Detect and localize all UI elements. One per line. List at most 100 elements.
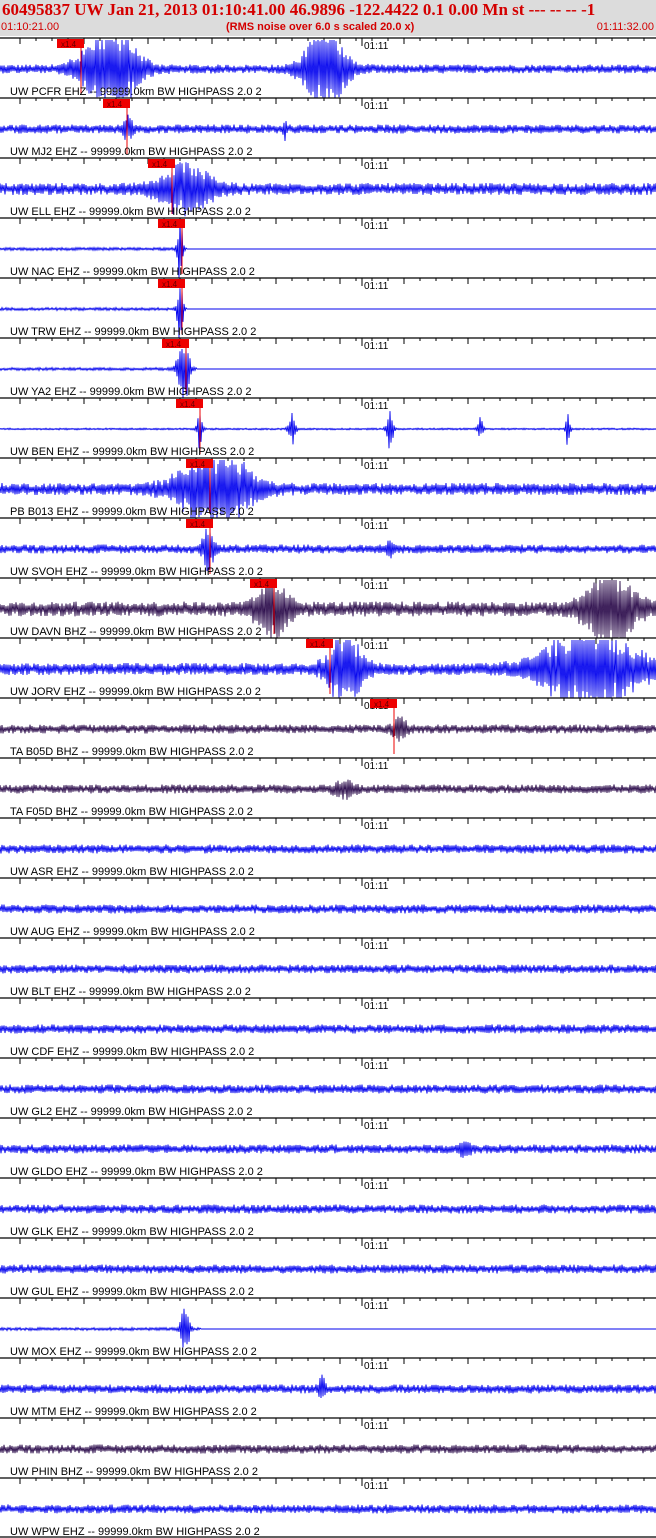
station-label: TA F05D BHZ -- 99999.0km BW HIGHPASS 2.0…	[10, 806, 253, 818]
station-label: UW GLK EHZ -- 99999.0km BW HIGHPASS 2.0 …	[10, 1226, 254, 1238]
pick-label: x1.4	[180, 400, 196, 409]
station-label: UW NAC EHZ -- 99999.0km BW HIGHPASS 2.0 …	[10, 266, 255, 278]
waveform	[0, 1141, 656, 1158]
waveform	[0, 964, 656, 974]
minute-label: 01:11	[364, 1061, 389, 1072]
pick-label: x1.4	[107, 100, 123, 109]
pick-label: x1.4	[374, 700, 390, 709]
trace-row: 01:11 UW ASR EHZ -- 99999.0km BW HIGHPASS…	[0, 817, 656, 878]
trace-row: 01:11 UW GLK EHZ -- 99999.0km BW HIGHPASS…	[0, 1177, 656, 1238]
minute-label: 01:11	[364, 41, 389, 52]
minute-label: 01:11	[364, 1481, 389, 1492]
trace-row: 01:11 x1.4 UW TRW EHZ -- 99999.0km BW HIGH…	[0, 277, 656, 339]
station-label: UW SVOH EHZ -- 99999.0km BW HIGHPASS 2.0…	[10, 566, 263, 578]
waveform	[0, 716, 656, 742]
station-label: UW GL2 EHZ -- 99999.0km BW HIGHPASS 2.0 …	[10, 1106, 252, 1118]
minute-label: 01:11	[364, 101, 389, 112]
minute-label: 01:11	[364, 1421, 389, 1432]
trace-row: 01:11 UW MTM EHZ -- 99999.0km BW HIGHPASS…	[0, 1357, 656, 1418]
waveform	[0, 1264, 656, 1274]
trace-row: 01:11 x1.4 UW JORV EHZ -- 99999.0km BW HIG…	[0, 637, 656, 699]
station-label: UW YA2 EHZ -- 99999.0km BW HIGHPASS 2.0 …	[10, 386, 251, 398]
waveform	[0, 1374, 656, 1399]
waveform	[0, 1204, 656, 1214]
trace-row: 01:11 UW CDF EHZ -- 99999.0km BW HIGHPASS…	[0, 997, 656, 1058]
minute-label: 01:11	[364, 341, 389, 352]
trace-row: 01:11 x1.4 UW NAC EHZ -- 99999.0km BW HIGH…	[0, 217, 656, 279]
station-label: UW DAVN BHZ -- 99999.0km BW HIGHPASS 2.0…	[10, 626, 261, 638]
pick-label: x1.4	[254, 580, 270, 589]
station-label: UW TRW EHZ -- 99999.0km BW HIGHPASS 2.0 …	[10, 326, 256, 338]
pick-label: x1.4	[310, 640, 326, 649]
trace-row: 01:11 x1.4 PB B013 EHZ -- 99999.0km BW HIG…	[0, 457, 656, 519]
station-label: UW PCFR EHZ -- 99999.0km BW HIGHPASS 2.0…	[10, 86, 262, 98]
minute-label: 01:11	[364, 1301, 389, 1312]
station-label: UW ASR EHZ -- 99999.0km BW HIGHPASS 2.0 …	[10, 866, 254, 878]
trace-row: 01:11 UW BLT EHZ -- 99999.0km BW HIGHPASS…	[0, 937, 656, 998]
waveform	[0, 1308, 656, 1348]
station-label: UW MJ2 EHZ -- 99999.0km BW HIGHPASS 2.0 …	[10, 146, 252, 158]
pick-label: x1.4	[162, 220, 178, 229]
minute-label: 01:11	[364, 281, 389, 292]
trace-row: 01:11 x1.4 UW PCFR EHZ -- 99999.0km BW HIG…	[0, 37, 656, 99]
station-label: UW MTM EHZ -- 99999.0km BW HIGHPASS 2.0 …	[10, 1406, 257, 1418]
trace-row: 01:11 UW MOX EHZ -- 99999.0km BW HIGHPASS…	[0, 1297, 656, 1358]
station-label: TA B05D BHZ -- 99999.0km BW HIGHPASS 2.0…	[10, 746, 254, 758]
waveform	[0, 779, 656, 800]
minute-label: 01:11	[364, 461, 389, 472]
minute-label: 01:11	[364, 581, 389, 592]
station-label: UW GUL EHZ -- 99999.0km BW HIGHPASS 2.0 …	[10, 1286, 254, 1298]
waveform	[0, 1504, 656, 1514]
trace-row: 01:11 x1.4 UW BEN EHZ -- 99999.0km BW HIGH…	[0, 397, 656, 458]
station-label: UW WPW EHZ -- 99999.0km BW HIGHPASS 2.0 …	[10, 1526, 260, 1538]
minute-label: 01:11	[364, 1361, 389, 1372]
trace-row: 01:11 TA F05D BHZ -- 99999.0km BW HIGHPAS…	[0, 757, 656, 818]
trace-row: 01:11 x1.4 UW DAVN BHZ -- 99999.0km BW HIG…	[0, 577, 656, 639]
pick-label: x1.4	[190, 460, 206, 469]
station-label: UW BLT EHZ -- 99999.0km BW HIGHPASS 2.0 …	[10, 986, 251, 998]
trace-row: 01:11x1.4TA B05D BHZ -- 99999.0km BW HIG…	[0, 697, 656, 758]
waveform	[0, 1024, 656, 1034]
pick-label: x1.4	[162, 280, 178, 289]
minute-label: 01:11	[364, 161, 389, 172]
trace-row: 01:11 UW WPW EHZ -- 99999.0km BW HIGHPASS…	[0, 1477, 656, 1538]
waveform	[0, 1084, 656, 1094]
station-label: UW AUG EHZ -- 99999.0km BW HIGHPASS 2.0 …	[10, 926, 255, 938]
seismogram-panel: 01:11 x1.4 UW PCFR EHZ -- 99999.0km BW HIG…	[0, 37, 656, 1538]
minute-label: 01:11	[364, 1121, 389, 1132]
station-label: UW GLDO EHZ -- 99999.0km BW HIGHPASS 2.0…	[10, 1166, 263, 1178]
trace-row: 01:11 UW AUG EHZ -- 99999.0km BW HIGHPASS…	[0, 877, 656, 938]
minute-label: 01:11	[364, 941, 389, 952]
station-label: UW ELL EHZ -- 99999.0km BW HIGHPASS 2.0 …	[10, 206, 251, 218]
pick-label: x1.4	[61, 40, 77, 49]
pick-label: x1.4	[152, 160, 168, 169]
waveform	[0, 1444, 656, 1454]
station-label: UW MOX EHZ -- 99999.0km BW HIGHPASS 2.0 …	[10, 1346, 257, 1358]
waveform	[0, 528, 656, 572]
waveform	[0, 844, 656, 854]
trace-row: 01:11 UW PHIN BHZ -- 99999.0km BW HIGHPAS…	[0, 1417, 656, 1478]
minute-label: 01:11	[364, 521, 389, 532]
trace-row: 01:11 x1.4 UW YA2 EHZ -- 99999.0km BW HIGH…	[0, 337, 656, 399]
waveform	[0, 904, 656, 914]
pick-label: x1.4	[166, 340, 182, 349]
trace-row: 01:11 x1.4 UW MJ2 EHZ -- 99999.0km BW HIGH…	[0, 97, 656, 158]
waveform	[0, 411, 656, 449]
station-label: UW JORV EHZ -- 99999.0km BW HIGHPASS 2.0…	[10, 686, 261, 698]
minute-label: 01:11	[364, 641, 389, 652]
pick-label: x1.4	[190, 520, 206, 529]
trace-row: 01:11 UW GUL EHZ -- 99999.0km BW HIGHPASS…	[0, 1237, 656, 1298]
minute-label: 01:11	[364, 761, 389, 772]
waveform	[0, 114, 656, 142]
station-label: UW PHIN BHZ -- 99999.0km BW HIGHPASS 2.0…	[10, 1466, 258, 1478]
station-label: PB B013 EHZ -- 99999.0km BW HIGHPASS 2.0…	[10, 506, 254, 518]
trace-row: 01:11 x1.4 UW ELL EHZ -- 99999.0km BW HIGH…	[0, 157, 656, 218]
trace-row: 01:11 x1.4 UW SVOH EHZ -- 99999.0km BW HIG…	[0, 517, 656, 578]
station-label: UW CDF EHZ -- 99999.0km BW HIGHPASS 2.0 …	[10, 1046, 254, 1058]
minute-label: 01:11	[364, 221, 389, 232]
minute-label: 01:11	[364, 1181, 389, 1192]
minute-label: 01:11	[364, 1001, 389, 1012]
trace-row: 01:11 UW GLDO EHZ -- 99999.0km BW HIGHPAS…	[0, 1117, 656, 1178]
minute-label: 01:11	[364, 1241, 389, 1252]
minute-label: 01:11	[364, 401, 389, 412]
